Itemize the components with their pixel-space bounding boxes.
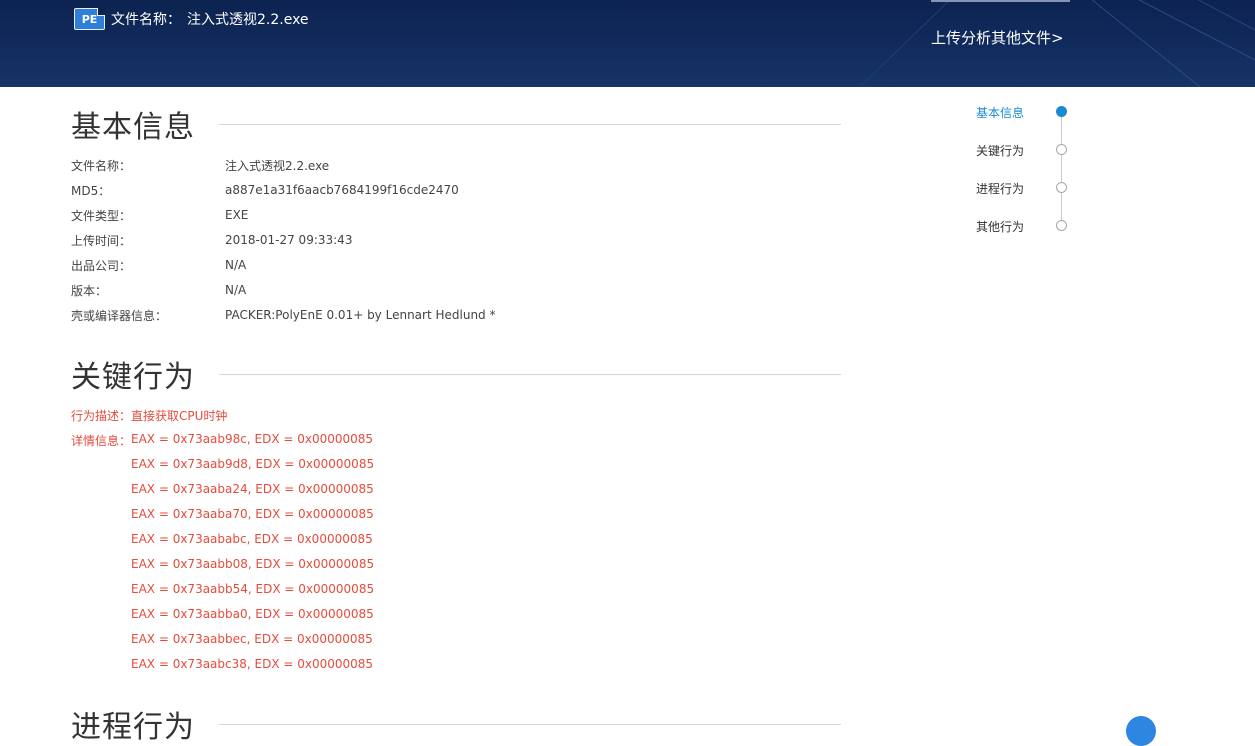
file-name-label: 文件名称： — [111, 12, 181, 28]
info-value: N/A — [225, 258, 247, 272]
section-divider — [219, 123, 841, 125]
info-key: 壳或编译器信息： — [71, 308, 168, 323]
nav-item[interactable]: 基本信息 — [976, 102, 1071, 122]
nav-item[interactable]: 关键行为 — [976, 140, 1071, 160]
info-row: 出品公司： N/A — [71, 255, 246, 275]
info-key: MD5： — [71, 183, 111, 198]
pe-icon-text: PE — [81, 12, 98, 26]
info-key: 版本： — [71, 283, 108, 298]
file-title: PE 文件名称： 注入式透视2.2.exe — [74, 8, 309, 30]
info-value: 注入式透视2.2.exe — [225, 158, 330, 173]
pe-file-icon: PE — [74, 8, 105, 30]
nav-item-label: 基本信息 — [976, 105, 1025, 120]
section-title-basic-info: 基本信息 — [71, 110, 195, 145]
info-key: 上传时间： — [71, 233, 132, 248]
info-row: 上传时间： 2018-01-27 09:33:43 — [71, 230, 352, 250]
info-key: 文件类型： — [71, 208, 132, 223]
info-key: 文件名称： — [71, 158, 132, 173]
section-key-behavior: 关键行为 — [71, 354, 841, 395]
section-title-key-behavior: 关键行为 — [71, 360, 195, 395]
behavior-description-label: 行为描述： — [71, 409, 132, 423]
behavior-detail-line: EAX = 0x73aaba70, EDX = 0x00000085 — [131, 507, 374, 521]
nav-item[interactable]: 其他行为 — [976, 216, 1071, 236]
section-process-behavior: 进程行为 — [71, 704, 841, 745]
section-title-process-behavior: 进程行为 — [71, 710, 195, 745]
behavior-detail-line: EAX = 0x73aab98c, EDX = 0x00000085 — [131, 432, 374, 446]
top-header: PE 文件名称： 注入式透视2.2.exe 上传分析其他文件> — [0, 0, 1255, 87]
section-divider — [219, 373, 841, 375]
info-row: MD5： a887e1a31f6aacb7684199f16cde2470 — [71, 180, 459, 200]
behavior-description: 行为描述：直接获取CPU时钟 — [71, 407, 227, 424]
behavior-detail-label: 详情信息： — [71, 434, 132, 448]
nav-item-label: 进程行为 — [976, 181, 1025, 196]
behavior-detail-line: EAX = 0x73aab9d8, EDX = 0x00000085 — [131, 457, 375, 471]
behavior-detail-line: EAX = 0x73aabbec, EDX = 0x00000085 — [131, 632, 373, 646]
nav-item-label: 其他行为 — [976, 219, 1025, 234]
nav-item-label: 关键行为 — [976, 143, 1025, 158]
info-value: N/A — [225, 283, 247, 297]
section-divider — [219, 723, 841, 725]
info-value: a887e1a31f6aacb7684199f16cde2470 — [225, 183, 459, 197]
back-to-top-button[interactable] — [1126, 716, 1156, 746]
behavior-detail-line: EAX = 0x73aabb54, EDX = 0x00000085 — [131, 582, 375, 596]
nav-dot-icon — [1056, 182, 1067, 193]
info-value: PACKER:PolyEnE 0.01+ by Lennart Hedlund … — [225, 308, 496, 322]
behavior-detail-line: EAX = 0x73aabc38, EDX = 0x00000085 — [131, 657, 374, 671]
nav-item[interactable]: 进程行为 — [976, 178, 1071, 198]
section-nav: 基本信息关键行为进程行为其他行为 — [976, 100, 1086, 240]
behavior-detail-line: EAX = 0x73aabb08, EDX = 0x00000085 — [131, 557, 375, 571]
file-name-value: 注入式透视2.2.exe — [187, 12, 309, 28]
upload-link-bar — [931, 0, 1070, 2]
behavior-detail-line: EAX = 0x73aabba0, EDX = 0x00000085 — [131, 607, 374, 621]
behavior-detail-line: EAX = 0x73aaba24, EDX = 0x00000085 — [131, 482, 374, 496]
info-row: 文件类型： EXE — [71, 205, 248, 225]
section-basic-info: 基本信息 — [71, 104, 841, 145]
info-row: 版本： N/A — [71, 280, 246, 300]
info-value: 2018-01-27 09:33:43 — [225, 233, 353, 247]
behavior-detail-line: EAX = 0x73aababc, EDX = 0x00000085 — [131, 532, 373, 546]
behavior-description-value: 直接获取CPU时钟 — [131, 409, 228, 423]
info-row: 壳或编译器信息： PACKER:PolyEnE 0.01+ by Lennart … — [71, 305, 495, 325]
upload-other-file-link[interactable]: 上传分析其他文件> — [931, 27, 1064, 48]
nav-timeline-line — [1061, 112, 1062, 226]
info-row: 文件名称： 注入式透视2.2.exe — [71, 155, 329, 175]
nav-dot-icon — [1056, 220, 1067, 231]
nav-dot-icon — [1056, 144, 1067, 155]
nav-dot-icon — [1056, 106, 1067, 117]
info-value: EXE — [225, 208, 249, 222]
info-key: 出品公司： — [71, 258, 132, 273]
